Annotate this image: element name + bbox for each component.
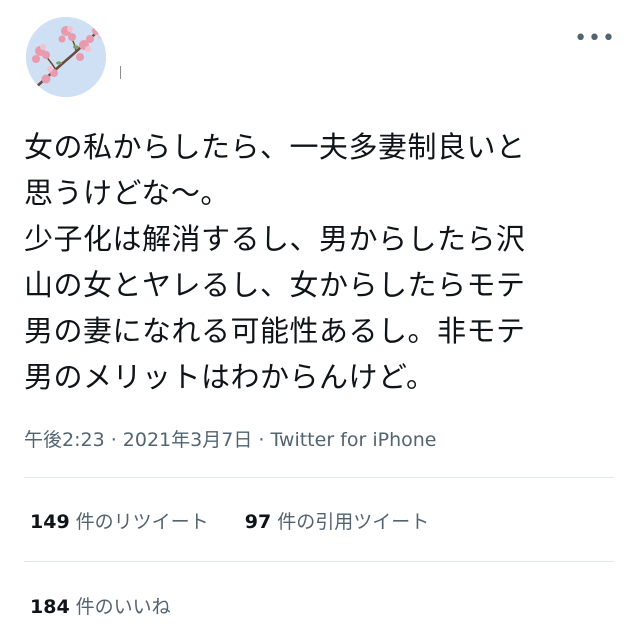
tweet-line: 少子化は解消するし、男からしたら沢 xyxy=(24,222,526,256)
meta-separator: · xyxy=(252,429,271,451)
retweets-stat[interactable]: 149 件のリツイート xyxy=(30,507,209,534)
likes-label: 件のいいね xyxy=(75,596,171,618)
tweet-text: 女の私からしたら、一夫多妻制良いと 思うけどな〜。 少子化は解消するし、男からし… xyxy=(24,124,624,400)
divider xyxy=(24,561,614,562)
more-horizontal-icon[interactable]: ••• xyxy=(574,28,616,50)
retweets-count: 149 xyxy=(30,511,70,533)
likes-stat[interactable]: 184 件のいいね xyxy=(30,592,171,619)
tweet-date[interactable]: 2021年3月7日 xyxy=(123,429,253,451)
tweet-source-link[interactable]: Twitter for iPhone xyxy=(270,429,436,451)
tweet-time[interactable]: 午後2:23 xyxy=(24,429,105,451)
quotes-stat[interactable]: 97 件の引用ツイート xyxy=(245,507,429,534)
divider xyxy=(24,477,614,478)
quotes-label: 件の引用ツイート xyxy=(277,511,430,533)
engagement-stats: 149 件のリツイート 97 件の引用ツイート xyxy=(30,507,429,534)
quotes-count: 97 xyxy=(244,511,272,533)
tweet-line: 女の私からしたら、一夫多妻制良いと xyxy=(24,130,526,164)
tweet-line: 男の妻になれる可能性あるし。非モテ xyxy=(24,314,526,348)
cherry-blossom-image xyxy=(26,17,106,97)
meta-separator: · xyxy=(104,429,123,451)
username-mark xyxy=(120,66,121,79)
likes-stats: 184 件のいいね xyxy=(30,592,171,619)
retweets-label: 件のリツイート xyxy=(75,511,209,533)
likes-count: 184 xyxy=(30,596,70,618)
tweet-line: 思うけどな〜。 xyxy=(24,176,230,210)
avatar[interactable] xyxy=(26,17,106,97)
tweet-meta: 午後2:23 · 2021年3月7日 · Twitter for iPhone xyxy=(24,425,436,452)
tweet-line: 男のメリットはわからんけど。 xyxy=(24,360,436,394)
tweet-line: 山の女とヤレるし、女からしたらモテ xyxy=(24,268,526,302)
